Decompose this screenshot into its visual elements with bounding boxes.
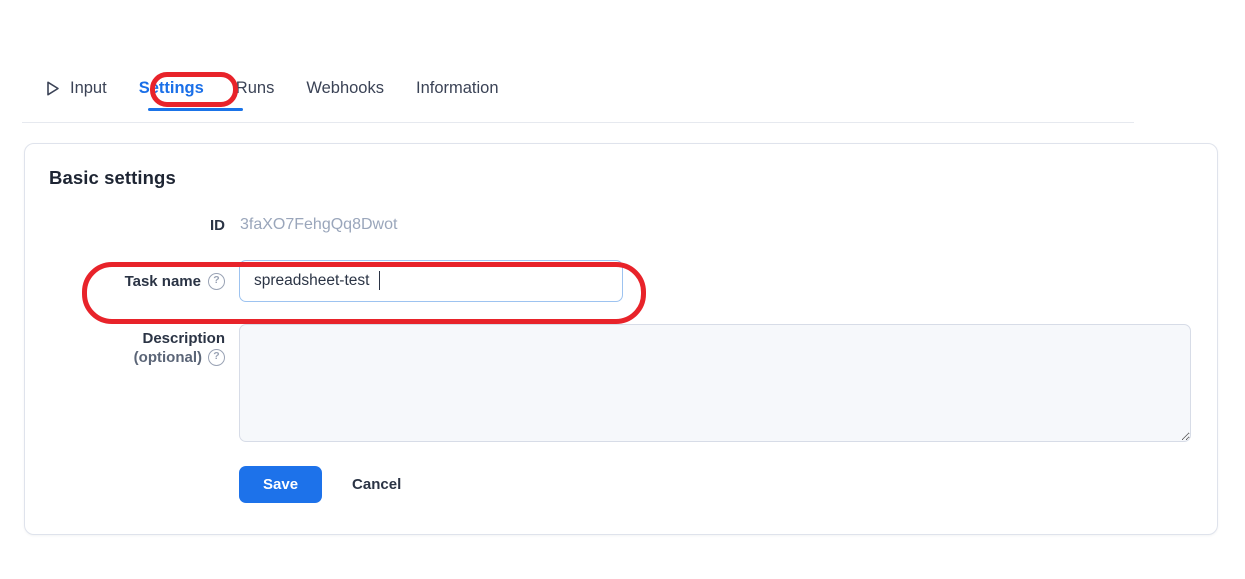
id-value: 3faXO7FehgQq8Dwot <box>240 216 398 233</box>
tab-information[interactable]: Information <box>416 62 499 114</box>
description-textarea[interactable] <box>239 324 1191 442</box>
tab-bar: Input Settings Runs Webhooks Information <box>0 62 1245 122</box>
tab-runs[interactable]: Runs <box>236 62 275 114</box>
id-row: ID 3faXO7FehgQq8Dwot <box>25 212 1217 238</box>
task-name-label-group: Task name ? <box>25 272 239 290</box>
tab-input-label: Input <box>70 79 107 97</box>
task-name-input-wrap <box>239 260 623 302</box>
tab-list: Input Settings Runs Webhooks Information <box>44 62 499 114</box>
task-name-label: Task name <box>124 272 201 290</box>
description-optional-label: (optional) <box>133 349 202 366</box>
description-sublabel-line: (optional) ? <box>134 349 225 366</box>
help-circle-icon[interactable]: ? <box>208 349 225 366</box>
description-row: Description (optional) ? <box>25 324 1217 442</box>
card-title: Basic settings <box>49 167 176 188</box>
tab-webhooks[interactable]: Webhooks <box>306 62 384 114</box>
tab-settings-label: Settings <box>138 79 204 97</box>
form-actions: Save Cancel <box>239 466 413 503</box>
cancel-button[interactable]: Cancel <box>340 466 413 503</box>
save-button[interactable]: Save <box>239 466 323 503</box>
description-label-stack: Description (optional) ? <box>134 330 225 366</box>
task-name-input[interactable] <box>239 260 623 302</box>
description-label-group: Description (optional) ? <box>25 324 239 366</box>
tab-information-label: Information <box>416 79 499 97</box>
text-cursor <box>379 271 381 290</box>
tab-runs-label: Runs <box>235 79 275 97</box>
tab-input[interactable]: Input <box>44 62 107 114</box>
play-icon <box>44 80 61 97</box>
tab-settings[interactable]: Settings <box>139 62 204 114</box>
tab-webhooks-label: Webhooks <box>306 79 384 97</box>
description-label: Description <box>142 330 225 347</box>
tab-bar-divider <box>22 122 1134 123</box>
task-name-row: Task name ? <box>25 260 1217 302</box>
id-label: ID <box>210 216 225 234</box>
description-label-line: Description <box>142 330 225 347</box>
active-tab-underline <box>148 108 243 111</box>
help-circle-icon[interactable]: ? <box>208 272 225 290</box>
basic-settings-card: Basic settings ID 3faXO7FehgQq8Dwot Task… <box>24 143 1218 535</box>
